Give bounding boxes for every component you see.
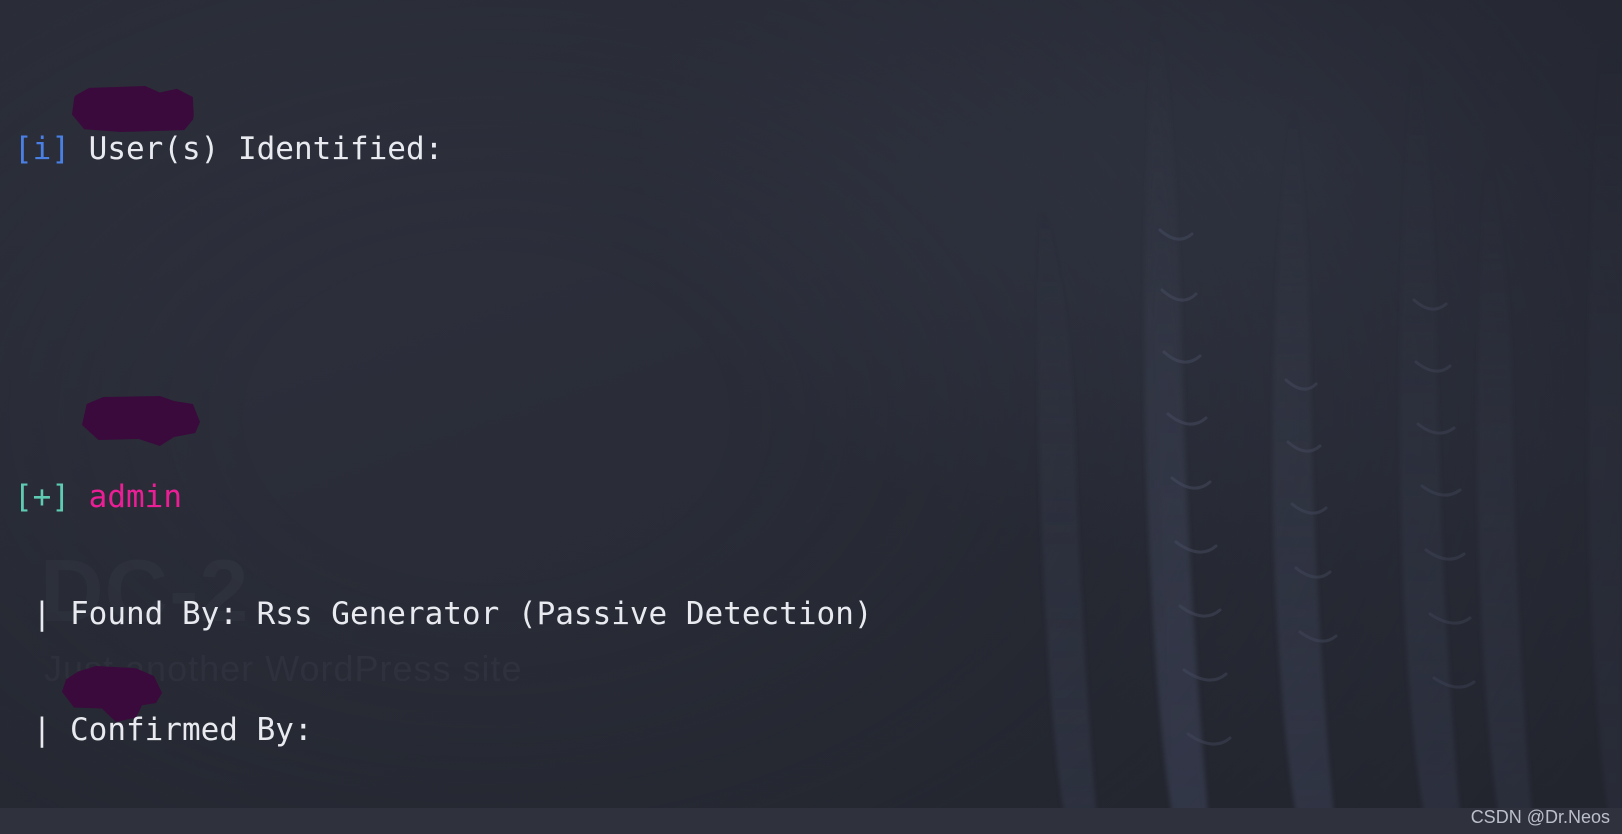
detail-line: | Confirmed By:	[14, 711, 313, 748]
header-text: User(s) Identified:	[70, 131, 444, 168]
plus-tag: [+]	[14, 479, 70, 516]
info-tag: [i]	[14, 131, 70, 168]
terminal-output[interactable]: [i] User(s) Identified: [+] admin | Foun…	[0, 0, 1622, 834]
username-admin[interactable]: admin	[89, 479, 182, 515]
output-header-line: [i] User(s) Identified:	[14, 130, 1622, 169]
detail-line: | Found By: Rss Generator (Passive Detec…	[14, 595, 873, 632]
terminal-screen: DC-2 Just another WordPress site [i] Use…	[0, 0, 1622, 834]
bottom-bar	[0, 808, 1622, 834]
user-heading-admin: [+] admin	[14, 478, 1622, 517]
csdn-watermark: CSDN @Dr.Neos	[1470, 807, 1610, 827]
